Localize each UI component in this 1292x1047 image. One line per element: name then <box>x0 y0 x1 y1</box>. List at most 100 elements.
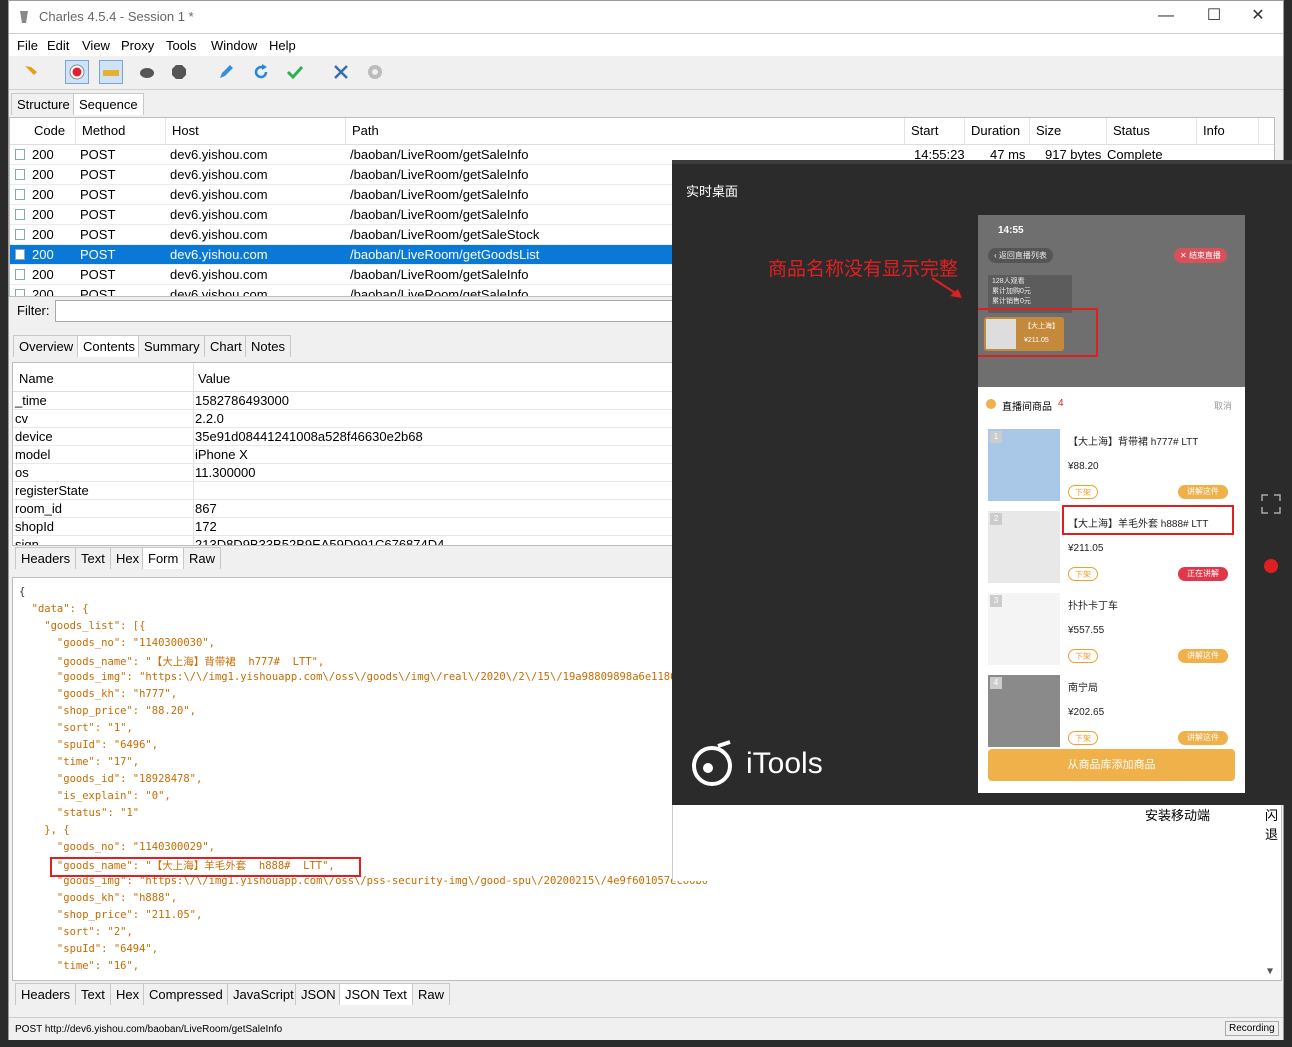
tab-req-hex[interactable]: Hex <box>110 547 146 569</box>
tab-res-json-text[interactable]: JSON Text <box>339 983 413 1005</box>
json-line: { <box>19 586 26 598</box>
menu-window[interactable]: Window <box>211 38 257 53</box>
json-line: "time": "17", <box>19 756 140 768</box>
explain-button[interactable]: 讲解这件 <box>1178 485 1228 499</box>
tab-res-hex[interactable]: Hex <box>110 983 146 1005</box>
form-value: 1582786493000 <box>195 393 289 408</box>
cell-method: POST <box>80 147 116 162</box>
explain-button[interactable]: 讲解这件 <box>1178 731 1228 745</box>
explain-button[interactable]: 讲解这件 <box>1178 649 1228 663</box>
request-icon <box>15 169 25 180</box>
form-value: 213D8D9B33B52B9EA59D991C676874D4 <box>195 537 445 546</box>
cell-code: 200 <box>32 187 54 202</box>
tab-contents[interactable]: Contents <box>77 335 142 357</box>
turtle-icon <box>140 68 154 78</box>
cell-method: POST <box>80 167 116 182</box>
close-button[interactable]: ✕ <box>1235 1 1281 31</box>
menu-edit[interactable]: Edit <box>47 38 69 53</box>
tab-chart[interactable]: Chart <box>204 335 248 357</box>
menu-help[interactable]: Help <box>269 38 296 53</box>
tools-button[interactable] <box>329 60 353 84</box>
record-button[interactable] <box>65 60 89 84</box>
validate-button[interactable] <box>283 60 307 84</box>
json-line: "spuId": "6496", <box>19 739 159 751</box>
throttle-button[interactable] <box>99 60 123 84</box>
record-icon <box>69 64 85 80</box>
throttle-icon <box>103 70 119 76</box>
cell-code: 200 <box>32 287 54 297</box>
offshelf-button[interactable]: 下架 <box>1068 485 1098 499</box>
goods-item[interactable]: 4 南宁局 ¥202.65 下架 讲解这件 <box>978 673 1245 753</box>
json-line: "is_explain": "0", <box>19 790 171 802</box>
minimize-button[interactable]: — <box>1143 1 1189 31</box>
tab-res-raw[interactable]: Raw <box>412 983 451 1005</box>
col-method[interactable]: Method <box>76 118 166 144</box>
response-tabs: Headers Text Hex Compressed JavaScript J… <box>9 983 509 1005</box>
col-path[interactable]: Path <box>346 118 905 144</box>
stop-button[interactable] <box>167 60 191 84</box>
compose-button[interactable] <box>214 60 238 84</box>
record-dot-icon[interactable] <box>1264 559 1278 573</box>
tab-req-headers[interactable]: Headers <box>15 547 77 569</box>
offshelf-button[interactable]: 下架 <box>1068 649 1098 663</box>
tab-structure[interactable]: Structure <box>11 93 76 115</box>
cell-host: dev6.yishou.com <box>170 167 268 182</box>
detail-tabs: Overview Contents Summary Chart Notes <box>9 335 409 357</box>
col-status[interactable]: Status <box>1107 118 1197 144</box>
panel-cancel[interactable]: 取消 <box>1214 399 1232 412</box>
tab-res-javascript[interactable]: JavaScript <box>227 983 300 1005</box>
explain-button[interactable]: 正在讲解 <box>1178 567 1228 581</box>
goods-index: 2 <box>990 513 1002 525</box>
col-size[interactable]: Size <box>1030 118 1107 144</box>
menu-file[interactable]: File <box>17 38 38 53</box>
col-code[interactable]: Code <box>28 118 76 144</box>
goods-item[interactable]: 3 扑扑卡丁车 ¥557.55 下架 讲解这件 <box>978 591 1245 671</box>
tab-res-text[interactable]: Text <box>75 983 111 1005</box>
tools-icon <box>334 65 348 79</box>
settings-button[interactable] <box>363 60 387 84</box>
repeat-button[interactable] <box>249 60 273 84</box>
scroll-down-icon[interactable]: ▼ <box>1267 966 1273 977</box>
tab-res-headers[interactable]: Headers <box>15 983 77 1005</box>
clear-session-button[interactable] <box>19 60 43 84</box>
tab-res-compressed[interactable]: Compressed <box>143 983 229 1005</box>
col-info[interactable]: Info <box>1197 118 1259 144</box>
offshelf-button[interactable]: 下架 <box>1068 731 1098 745</box>
cell-path: /baoban/LiveRoom/getSaleInfo <box>350 187 529 202</box>
goods-item[interactable]: 1 【大上海】背带裙 h777# LTT ¥88.20 下架 讲解这件 <box>978 427 1245 507</box>
col-host[interactable]: Host <box>166 118 346 144</box>
cell-code: 200 <box>32 207 54 222</box>
cell-path: /baoban/LiveRoom/getSaleInfo <box>350 287 529 297</box>
tab-overview[interactable]: Overview <box>13 335 80 357</box>
tab-sequence[interactable]: Sequence <box>73 93 144 115</box>
back-to-list[interactable]: ‹ 返回直播列表 <box>988 248 1053 263</box>
col-start[interactable]: Start <box>905 118 965 144</box>
json-line: "goods_no": "1140300029", <box>19 841 215 853</box>
json-line: "data": { <box>19 603 89 615</box>
maximize-button[interactable]: ☐ <box>1191 1 1237 31</box>
menu-tools[interactable]: Tools <box>166 38 196 53</box>
tab-res-json[interactable]: JSON <box>295 983 342 1005</box>
annotation-arrow <box>931 277 962 298</box>
col-duration[interactable]: Duration <box>965 118 1030 144</box>
tab-req-raw[interactable]: Raw <box>183 547 222 569</box>
col-value[interactable]: Value <box>198 371 230 386</box>
menu-view[interactable]: View <box>82 38 110 53</box>
end-live-button[interactable]: ✕ 结束直播 <box>1174 248 1227 263</box>
itools-lower-area: 安装移动端 闪退 <box>672 805 1279 881</box>
tab-req-text[interactable]: Text <box>75 547 111 569</box>
col-name[interactable]: Name <box>19 371 54 386</box>
request-icon <box>15 149 25 160</box>
offshelf-button[interactable]: 下架 <box>1068 567 1098 581</box>
fullscreen-icon[interactable] <box>1260 493 1282 515</box>
tab-summary[interactable]: Summary <box>138 335 206 357</box>
breakpoints-button[interactable] <box>135 60 159 84</box>
add-goods-button[interactable]: 从商品库添加商品 <box>988 749 1235 781</box>
cell-host: dev6.yishou.com <box>170 207 268 222</box>
tab-notes[interactable]: Notes <box>245 335 291 357</box>
form-value: 172 <box>195 519 217 534</box>
tab-req-form[interactable]: Form <box>142 547 185 569</box>
pen-icon <box>220 65 233 78</box>
menu-proxy[interactable]: Proxy <box>121 38 154 53</box>
request-icon <box>15 249 25 260</box>
